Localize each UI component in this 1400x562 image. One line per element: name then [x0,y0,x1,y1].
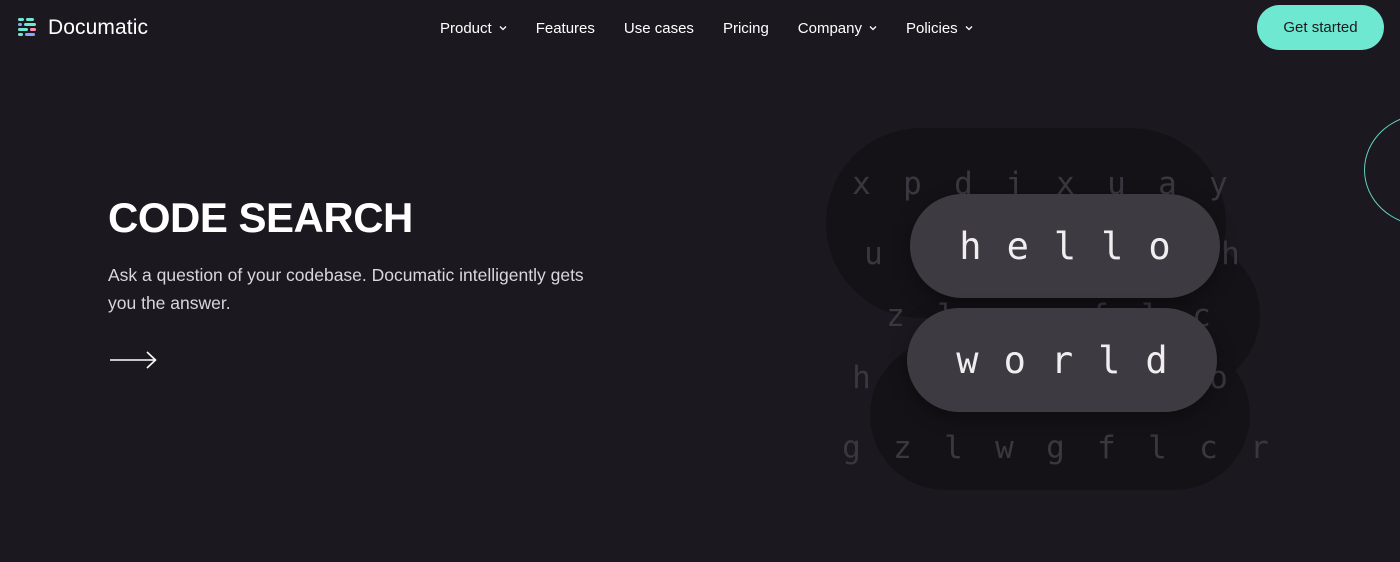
nav-item-label: Pricing [722,19,769,37]
brand-logo[interactable]: Documatic [18,14,148,42]
nav-item-policies[interactable]: Policies [906,20,973,37]
nav-item-company[interactable]: Company [798,20,877,37]
nav-item-use-cases[interactable]: Use cases [624,20,694,37]
hello-world-illustration: xpdjxuay uh zlwgflc hqo gzlwgflcr hello … [800,90,1400,510]
arrow-right-icon[interactable] [108,348,160,372]
chevron-down-icon [965,26,973,31]
page: Documatic Product Features Use cases Pri… [0,0,1400,562]
chevron-down-icon [499,26,507,31]
nav-item-label: Policies [906,19,958,37]
nav-item-label: Features [535,19,595,37]
word-world: world [956,338,1193,382]
page-title: CODE SEARCH [108,194,413,241]
letter-row: gzlwgflcr [842,430,1269,466]
nav-item-pricing[interactable]: Pricing [723,20,769,37]
main-menu: Product Features Use cases Pricing Compa… [440,0,1002,56]
nav-item-label: Company [797,19,862,37]
top-navigation: Documatic Product Features Use cases Pri… [0,0,1400,56]
nav-item-features[interactable]: Features [536,20,595,37]
nav-item-product[interactable]: Product [440,20,507,37]
word-pill-world: world [907,308,1217,412]
nav-item-label: Product [440,19,492,37]
nav-item-label: Use cases [623,19,694,37]
word-hello: hello [959,224,1196,268]
get-started-button[interactable]: Get started [1257,5,1384,50]
documatic-logo-icon [18,17,40,39]
word-pill-hello: hello [910,194,1220,298]
hero-description: Ask a question of your codebase. Documat… [108,265,584,313]
brand-name: Documatic [48,16,149,39]
chevron-down-icon [869,26,877,31]
